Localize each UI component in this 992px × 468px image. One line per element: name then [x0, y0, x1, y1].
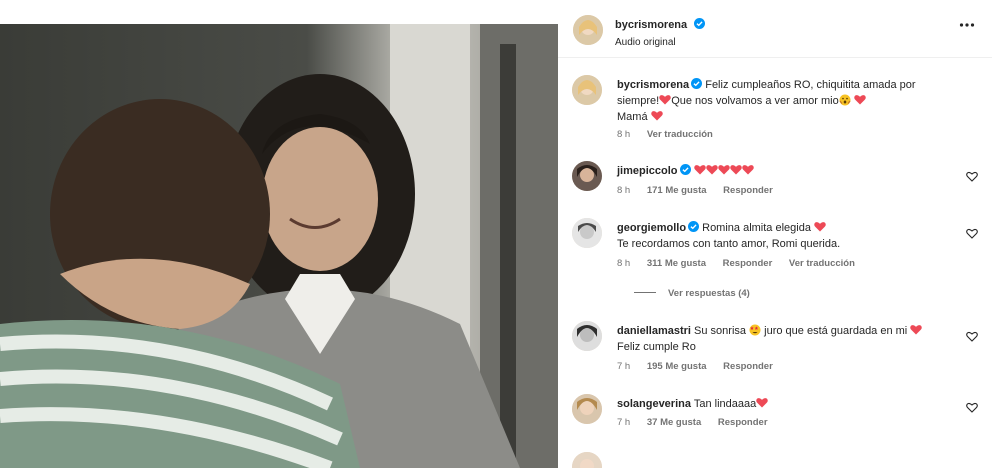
translate-link[interactable]: Ver traducción	[647, 129, 713, 140]
comment-likes[interactable]: 37 Me gusta	[647, 417, 701, 428]
comment-avatar[interactable]	[572, 218, 602, 248]
red-heart-emoji	[659, 95, 671, 105]
comment-body: daniellamastri Su sonrisa juro que está …	[617, 323, 957, 355]
video-frame[interactable]	[0, 24, 558, 468]
comment-text: Romina almita elegida	[702, 222, 811, 234]
comment-username[interactable]: georgiemollo	[617, 222, 686, 234]
red-heart-emoji	[729, 165, 742, 175]
comment-meta: 7 h 37 Me gusta Responder	[617, 417, 782, 428]
comment-text: Su sonrisa	[694, 325, 747, 337]
comment-time[interactable]: 8 h	[617, 258, 630, 269]
comment-username[interactable]: jimepiccolo	[617, 165, 678, 177]
comment-hearts	[693, 165, 754, 177]
video-still	[0, 24, 558, 468]
caption-time[interactable]: 8 h	[617, 129, 630, 140]
red-heart-emoji	[854, 95, 866, 105]
comment-meta: 8 h 171 Me gusta Responder	[617, 185, 787, 196]
comment-avatar[interactable]	[572, 321, 602, 351]
audio-label[interactable]: Audio original	[615, 37, 705, 48]
view-replies-button[interactable]: Ver respuestas (4)	[634, 288, 750, 299]
translate-link[interactable]: Ver traducción	[789, 258, 855, 269]
caption-avatar[interactable]	[572, 75, 602, 105]
star-struck-emoji	[749, 324, 761, 336]
caption-text-2a: siempre!	[617, 95, 660, 107]
comment-time[interactable]: 7 h	[617, 361, 630, 372]
red-heart-emoji	[717, 165, 730, 175]
red-heart-emoji	[910, 325, 923, 335]
author-username[interactable]: bycrismorena	[615, 19, 687, 31]
caption-text-3: Mamá	[617, 111, 648, 123]
verified-badge-icon	[688, 221, 700, 232]
comment-likes[interactable]: 195 Me gusta	[647, 361, 707, 372]
verified-badge-icon	[679, 164, 691, 175]
caption-body: bycrismorena Feliz cumpleaños RO, chiqui…	[617, 77, 957, 125]
face-with-open-mouth-emoji	[839, 94, 851, 106]
comment-avatar[interactable]	[572, 394, 602, 424]
comment-text-2: Feliz cumple Ro	[617, 341, 696, 353]
comment-avatar[interactable]	[572, 452, 602, 468]
red-heart-emoji	[814, 222, 826, 232]
verified-badge-icon	[693, 18, 705, 29]
more-options-icon[interactable]	[959, 22, 975, 28]
comment-username[interactable]: solangeverina	[617, 398, 691, 410]
author-info: bycrismorena Audio original	[615, 15, 705, 48]
red-heart-emoji	[650, 111, 663, 121]
red-heart-emoji	[693, 165, 706, 175]
post-header: bycrismorena Audio original	[558, 0, 992, 58]
red-heart-emoji	[741, 165, 754, 175]
heart-outline-icon[interactable]	[966, 402, 978, 413]
comment-likes[interactable]: 171 Me gusta	[647, 185, 707, 196]
comment-body: georgiemollo Romina almita elegida Te re…	[617, 220, 957, 252]
reply-button[interactable]: Responder	[723, 185, 773, 196]
caption-text-2b: Que nos volvamos a ver amor mio	[671, 95, 839, 107]
reply-button[interactable]: Responder	[718, 417, 768, 428]
caption-username[interactable]: bycrismorena	[617, 79, 689, 91]
comment-text: Tan lindaaaa	[693, 398, 757, 410]
red-heart-emoji	[705, 165, 718, 175]
heart-outline-icon[interactable]	[966, 228, 978, 239]
comment-username[interactable]: daniellamastri	[617, 325, 691, 337]
heart-outline-icon[interactable]	[966, 171, 978, 182]
red-heart-emoji	[756, 398, 768, 408]
post-media[interactable]	[0, 0, 558, 468]
heart-outline-icon[interactable]	[966, 331, 978, 342]
comment-avatar[interactable]	[572, 161, 602, 191]
comment-body: jimepiccolo	[617, 163, 957, 179]
comment-meta: 7 h 195 Me gusta Responder	[617, 361, 787, 372]
verified-badge-icon	[691, 78, 703, 89]
view-replies-label: Ver respuestas (4)	[668, 288, 750, 299]
author-avatar[interactable]	[573, 15, 603, 45]
comment-likes[interactable]: 311 Me gusta	[647, 258, 706, 269]
comment-body: solangeverina Tan lindaaaa	[617, 396, 957, 412]
reply-button[interactable]: Responder	[723, 258, 773, 269]
comment-meta: 8 h 311 Me gusta Responder Ver traducció…	[617, 258, 869, 269]
reply-button[interactable]: Responder	[723, 361, 773, 372]
comment-text-b: juro que está guardada en mi	[764, 325, 908, 337]
caption-meta: 8 h Ver traducción	[617, 129, 727, 140]
post-panel: bycrismorena Audio original bycrismorena…	[558, 0, 992, 468]
comment-text-2: Te recordamos con tanto amor, Romi queri…	[617, 238, 841, 250]
comment-time[interactable]: 7 h	[617, 417, 630, 428]
comment-time[interactable]: 8 h	[617, 185, 630, 196]
caption-text-1: Feliz cumpleaños RO, chiquitita amada po…	[705, 79, 916, 91]
replies-divider	[634, 292, 656, 293]
